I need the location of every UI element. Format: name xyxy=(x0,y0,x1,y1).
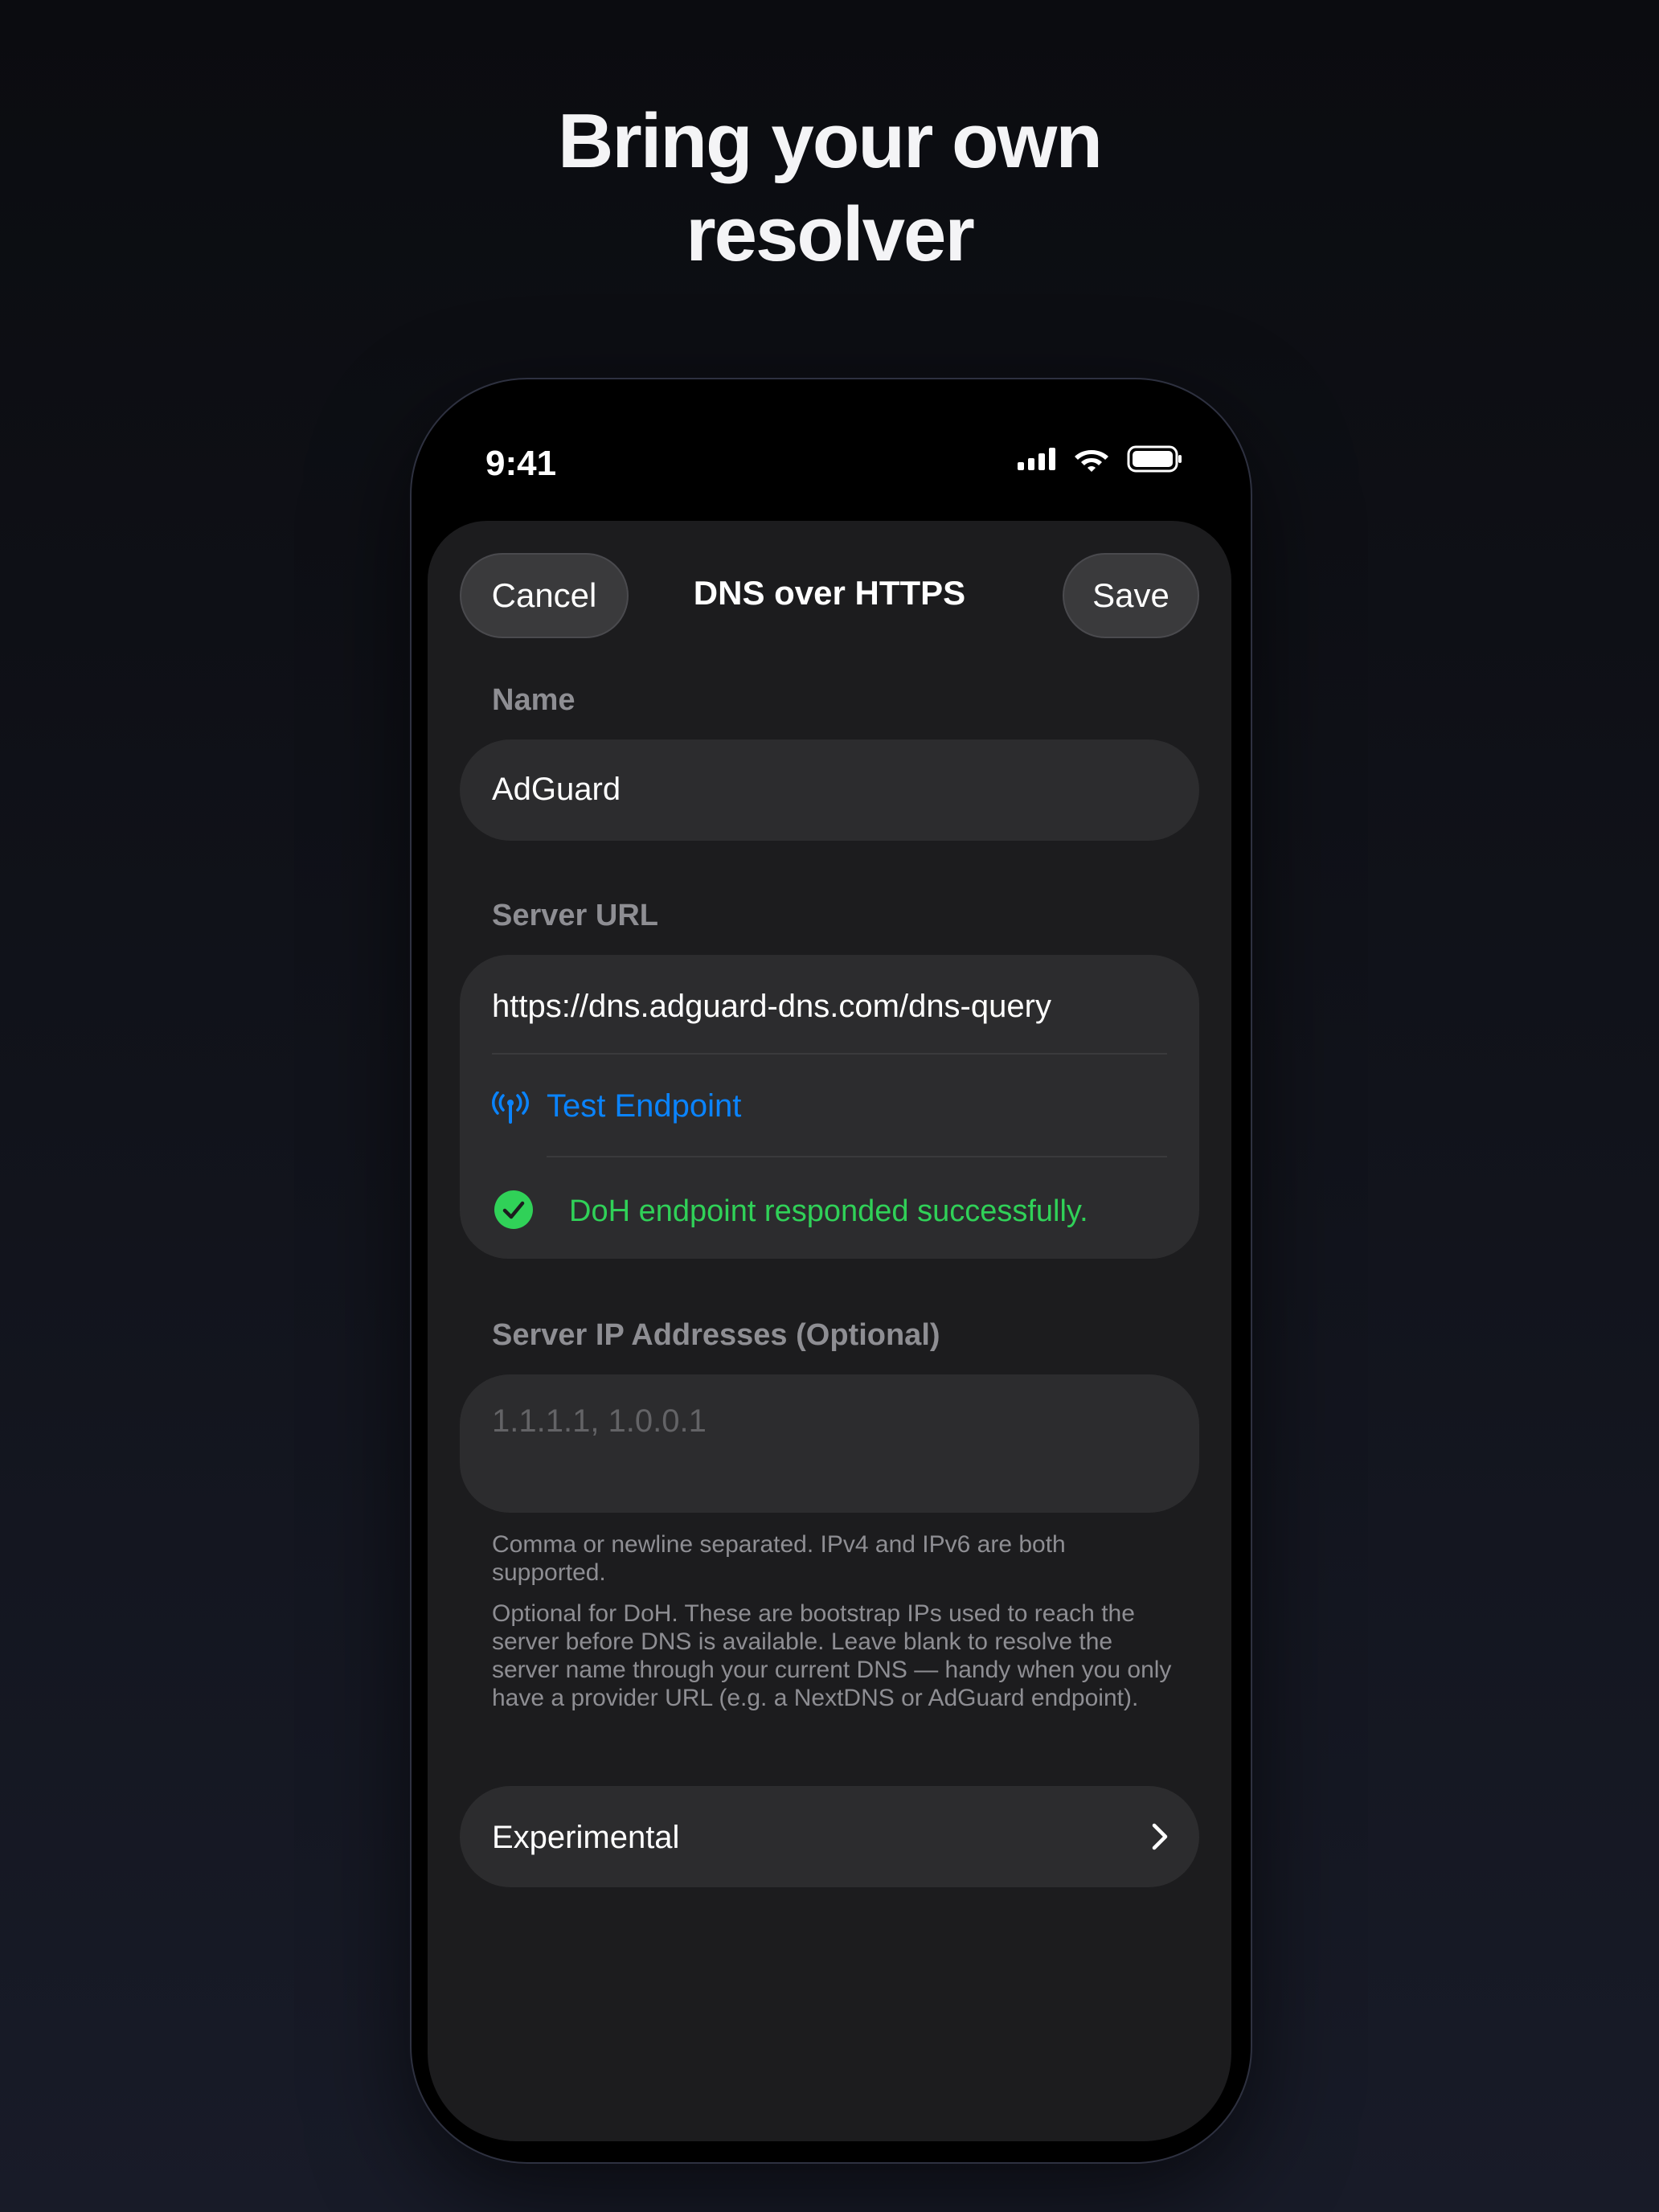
name-label: Name xyxy=(492,683,576,717)
experimental-label: Experimental xyxy=(492,1820,680,1855)
server-ip-label: Server IP Addresses (Optional) xyxy=(492,1318,940,1352)
status-bar: 9:41 xyxy=(428,395,1235,492)
headline-line-1: Bring your own xyxy=(558,98,1103,184)
name-field[interactable]: AdGuard xyxy=(460,739,1199,841)
server-ip-help-2: Optional for DoH. These are bootstrap IP… xyxy=(492,1600,1172,1711)
divider xyxy=(547,1156,1167,1157)
headline: Bring your own resolver xyxy=(0,95,1659,281)
chevron-right-icon xyxy=(1152,1823,1168,1850)
checkmark-circle-icon xyxy=(494,1190,533,1229)
server-ip-placeholder: 1.1.1.1, 1.0.0.1 xyxy=(492,1403,707,1439)
battery-icon xyxy=(1127,445,1182,473)
signal-icon xyxy=(1018,448,1055,470)
server-url-value[interactable]: https://dns.adguard-dns.com/dns-query xyxy=(492,989,1051,1025)
status-time: 9:41 xyxy=(485,444,557,483)
headline-line-2: resolver xyxy=(686,191,975,277)
divider xyxy=(492,1053,1167,1055)
experimental-row[interactable]: Experimental xyxy=(460,1786,1199,1887)
server-url-group: https://dns.adguard-dns.com/dns-query Te… xyxy=(460,955,1199,1259)
name-value: AdGuard xyxy=(492,772,621,807)
wifi-icon xyxy=(1075,450,1108,472)
server-url-label: Server URL xyxy=(492,899,658,932)
nav-title: DNS over HTTPS xyxy=(693,574,966,612)
server-ip-help-1: Comma or newline separated. IPv4 and IPv… xyxy=(492,1531,1066,1586)
status-icons xyxy=(1018,445,1183,473)
antenna-icon xyxy=(492,1092,529,1124)
test-endpoint-button[interactable]: Test Endpoint xyxy=(547,1088,741,1124)
endpoint-status-message: DoH endpoint responded successfully. xyxy=(569,1194,1088,1228)
server-ip-field[interactable]: 1.1.1.1, 1.0.0.1 xyxy=(460,1374,1199,1513)
save-button[interactable]: Save xyxy=(1063,553,1199,638)
